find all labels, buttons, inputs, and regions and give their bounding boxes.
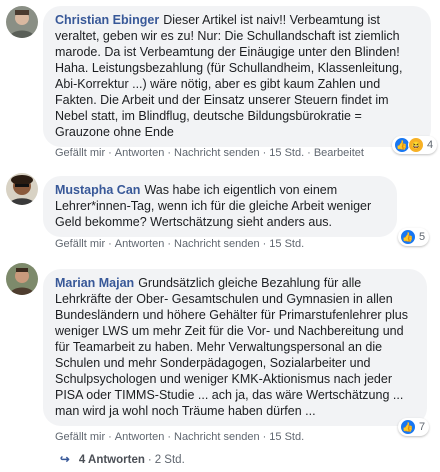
comment-bubble: Mustapha Can Was habe ich eigentlich von … <box>43 176 397 237</box>
comment-actions: Gefällt mir · Antworten · Nachricht senden · 1… <box>55 147 364 159</box>
avatar[interactable] <box>6 6 38 38</box>
reaction-count: 4 <box>427 139 434 151</box>
reaction-summary[interactable]: 👍 5 <box>398 228 430 246</box>
comment-timestamp[interactable]: 15 Std. <box>269 147 304 159</box>
comment-timestamp[interactable]: 15 Std. <box>269 238 304 250</box>
send-message-link[interactable]: Nachricht senden <box>174 238 260 250</box>
like-reaction-icon: 👍 <box>400 229 416 245</box>
like-link[interactable]: Gefällt mir <box>55 238 105 250</box>
comment-text: Dieser Artikel ist naiv!! Verbeamtung is… <box>55 13 403 139</box>
like-reaction-icon: 👍 <box>400 419 416 435</box>
view-replies[interactable]: ↪ 4 Antworten · 2 Std. <box>60 452 185 466</box>
reply-link[interactable]: Antworten <box>115 147 165 159</box>
reaction-summary[interactable]: 👍 😆 4 <box>392 136 438 154</box>
comment-timestamp[interactable]: 15 Std. <box>269 431 304 443</box>
like-link[interactable]: Gefällt mir <box>55 147 105 159</box>
like-link[interactable]: Gefällt mir <box>55 431 105 443</box>
comment-bubble: Christian Ebinger Dieser Artikel ist naiv… <box>43 6 431 147</box>
comment-author[interactable]: Mustapha Can <box>55 183 140 197</box>
comment-author[interactable]: Marian Majan <box>55 276 134 290</box>
comment-actions: Gefällt mir · Antworten · Nachricht senden · 1… <box>55 238 305 250</box>
comment-actions: Gefällt mir · Antworten · Nachricht senden · 1… <box>55 431 305 443</box>
reaction-count: 5 <box>419 231 426 243</box>
avatar[interactable] <box>6 173 38 205</box>
replies-timestamp: 2 Std. <box>154 454 185 466</box>
avatar[interactable] <box>6 263 38 295</box>
send-message-link[interactable]: Nachricht senden <box>174 147 260 159</box>
reply-link[interactable]: Antworten <box>115 431 165 443</box>
edited-label[interactable]: Bearbeitet <box>314 147 364 159</box>
reaction-count: 7 <box>419 421 426 433</box>
reaction-summary[interactable]: 👍 7 <box>398 418 430 436</box>
haha-reaction-icon: 😆 <box>408 137 424 153</box>
comment-author[interactable]: Christian Ebinger <box>55 13 159 27</box>
comment-text: Grundsätzlich gleiche Bezahlung für alle… <box>55 276 408 418</box>
replies-count-link[interactable]: 4 Antworten <box>79 454 145 466</box>
reply-link[interactable]: Antworten <box>115 238 165 250</box>
reply-arrow-icon: ↪ <box>60 454 70 466</box>
comment-bubble: Marian Majan Grundsätzlich gleiche Bezahl… <box>43 269 427 426</box>
send-message-link[interactable]: Nachricht senden <box>174 431 260 443</box>
